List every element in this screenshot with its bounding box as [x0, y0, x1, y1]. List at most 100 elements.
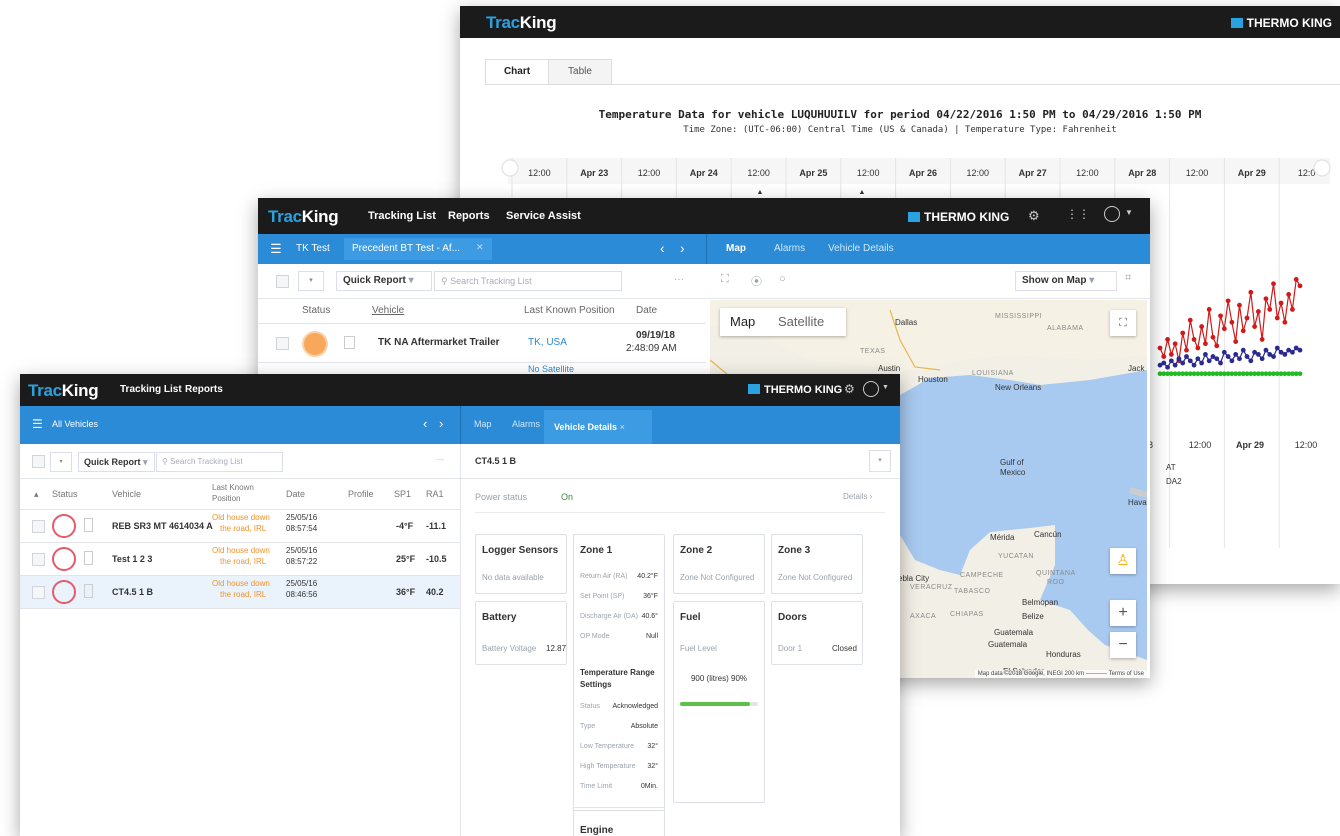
- series-point: [1180, 330, 1186, 336]
- prev-arrow-icon[interactable]: ‹: [423, 416, 427, 431]
- series-point: [1191, 337, 1197, 342]
- series-point: [1255, 352, 1261, 357]
- map-place-label: Guatemala: [988, 640, 1028, 649]
- tab-chip[interactable]: Precedent BT Test - Af...: [344, 238, 492, 260]
- user-avatar-icon[interactable]: [1104, 206, 1120, 222]
- nav-service-assist[interactable]: Service Assist: [506, 210, 581, 222]
- menu-icon[interactable]: ☰: [32, 417, 43, 431]
- map-place-label: Gulf of: [1000, 458, 1024, 467]
- doc-icon: [344, 336, 355, 349]
- chart-window-header: TracKing THERMO KING: [460, 6, 1340, 38]
- more-icon[interactable]: ···: [674, 274, 684, 285]
- map-place-label: MISSISSIPPI: [995, 313, 1043, 320]
- tab-alarms[interactable]: Alarms: [774, 243, 805, 254]
- map-type-satellite[interactable]: Satellite: [778, 314, 824, 329]
- bottom-axis-tick-label: Apr 29: [1236, 440, 1264, 450]
- range-marker: ▲: [757, 189, 764, 196]
- select-dropdown[interactable]: ▾: [50, 452, 72, 472]
- thermo-king-brand: THERMO KING: [1230, 16, 1332, 30]
- tab-alarms[interactable]: Alarms: [512, 419, 540, 429]
- show-on-map-button[interactable]: Show on Map ▾: [1015, 271, 1117, 291]
- row-checkbox[interactable]: [32, 586, 45, 599]
- tab-map[interactable]: Map: [726, 243, 746, 254]
- fullscreen-button[interactable]: ⛶: [1110, 310, 1136, 336]
- series-point: [1157, 345, 1163, 351]
- zoom-out-button[interactable]: −: [1110, 632, 1136, 658]
- vehicle-details-pane: CT4.5 1 B ▾ Power status On Details › Lo…: [461, 444, 900, 836]
- user-avatar-icon[interactable]: [863, 381, 879, 397]
- select-all-checkbox[interactable]: [276, 275, 289, 288]
- nav-reports[interactable]: Reports: [448, 210, 490, 222]
- top-axis-tick-label: Apr 25: [799, 168, 827, 178]
- map-place-label: Jack: [1128, 364, 1145, 373]
- menu-icon[interactable]: ☰: [270, 241, 282, 257]
- tab-vehicle-details[interactable]: Vehicle Details: [828, 243, 894, 254]
- next-arrow-icon[interactable]: ›: [680, 240, 685, 256]
- map-place-label: ALABAMA: [1047, 325, 1084, 332]
- details-link[interactable]: Details ›: [843, 492, 872, 501]
- range-marker: ▲: [859, 189, 866, 196]
- route-icon[interactable]: ⛶: [721, 273, 729, 286]
- chart-subtitle: Time Zone: (UTC-06:00) Central Time (US …: [683, 125, 1117, 135]
- map-place-label: CHIAPAS: [950, 611, 984, 618]
- series-point: [1297, 371, 1303, 377]
- chevron-down-icon[interactable]: ▼: [1125, 208, 1133, 217]
- series-point: [1274, 345, 1280, 351]
- expand-icon[interactable]: ⌗: [1125, 272, 1131, 285]
- gear-icon[interactable]: ⚙: [844, 382, 855, 396]
- map-place-label: TEXAS: [860, 348, 886, 355]
- series-point: [1210, 334, 1216, 340]
- search-input[interactable]: ⚲ Search Tracking List: [156, 452, 283, 472]
- map-toolbar: ⛶ ⦿ ○ Show on Map ▾ ⌗: [707, 264, 1150, 299]
- close-icon[interactable]: ✕: [476, 242, 484, 253]
- prev-arrow-icon[interactable]: ‹: [660, 240, 665, 256]
- top-axis-tick-label: Apr 27: [1019, 168, 1047, 178]
- select-dropdown[interactable]: ▾: [298, 271, 324, 291]
- more-icon[interactable]: ···: [436, 455, 444, 464]
- search-icon: ⚲: [162, 457, 168, 466]
- nav-reports[interactable]: Reports: [185, 384, 223, 395]
- nav-tracking-list[interactable]: Tracking List: [368, 210, 436, 222]
- row-checkbox[interactable]: [276, 337, 289, 350]
- truck-status-icon: [52, 580, 76, 604]
- search-input[interactable]: ⚲ Search Tracking List: [434, 271, 622, 291]
- zoom-in-button[interactable]: +: [1110, 600, 1136, 626]
- front-toolbar: ▾ Quick Report ▾ ⚲ Search Tracking List …: [20, 444, 460, 479]
- tab-chart[interactable]: Chart: [485, 59, 549, 85]
- quick-report-button[interactable]: Quick Report ▾: [336, 271, 432, 291]
- quick-report-button[interactable]: Quick Report ▾: [78, 452, 155, 472]
- details-collapse-button[interactable]: ▾: [869, 450, 891, 472]
- tab-map[interactable]: Map: [474, 419, 492, 429]
- row-checkbox[interactable]: [32, 553, 45, 566]
- series-point: [1282, 352, 1288, 357]
- map-place-label: QUINTANA: [1036, 570, 1076, 577]
- top-axis-tick-label: Apr 23: [580, 168, 608, 178]
- tab-table[interactable]: Table: [548, 59, 612, 85]
- card-battery: Battery Battery Voltage 12.87: [475, 601, 567, 665]
- next-arrow-icon[interactable]: ›: [439, 416, 443, 431]
- bulb-icon[interactable]: ○: [779, 273, 786, 285]
- map-type-control[interactable]: Map Satellite: [720, 308, 846, 336]
- map-place-label: ebla City: [898, 574, 930, 583]
- table-row[interactable]: REB SR3 MT 4614034 A Old house down the ro…: [20, 510, 460, 543]
- top-axis-tick-label: Apr 29: [1238, 168, 1266, 178]
- gear-icon[interactable]: ⚙: [1028, 208, 1040, 224]
- pin-icon[interactable]: ⦿: [751, 273, 762, 289]
- series-point: [1161, 360, 1167, 366]
- map-type-map[interactable]: Map: [730, 314, 755, 329]
- apps-grid-icon[interactable]: ⋮⋮: [1066, 207, 1090, 221]
- row-checkbox[interactable]: [32, 520, 45, 533]
- select-all-checkbox[interactable]: [32, 455, 45, 468]
- series-point: [1271, 281, 1276, 287]
- map-place-label: VERACRUZ: [910, 584, 953, 591]
- top-axis-tick-label: Apr 28: [1128, 168, 1156, 178]
- pegman-icon[interactable]: ♙: [1110, 548, 1136, 574]
- table-row[interactable]: CT4.5 1 B Old house down the road, IRL 25/0…: [20, 576, 460, 609]
- map-place-label: Guatemala: [994, 628, 1034, 637]
- table-row[interactable]: Test 1 2 3 Old house down the road, IRL 25/…: [20, 543, 460, 576]
- series-point: [1195, 356, 1201, 362]
- nav-tracking-list[interactable]: Tracking List: [120, 384, 182, 395]
- table-row[interactable]: TK NA Aftermarket Trailer TK, USA 09/19/…: [258, 324, 706, 363]
- chevron-down-icon[interactable]: ▼: [882, 384, 889, 391]
- tab-vehicle-details[interactable]: Vehicle Details ×: [544, 410, 652, 444]
